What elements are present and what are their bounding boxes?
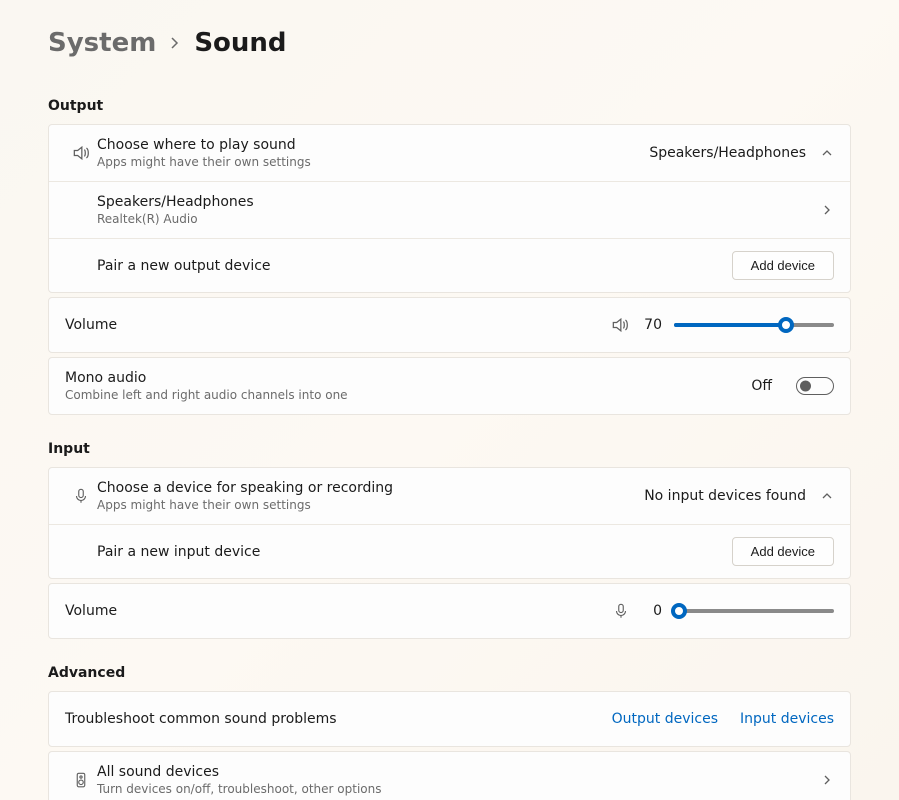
mono-audio-subtitle: Combine left and right audio channels in… [65, 388, 751, 402]
microphone-icon[interactable] [612, 602, 630, 620]
troubleshoot-label: Troubleshoot common sound problems [65, 711, 612, 727]
input-pair-label: Pair a new input device [97, 544, 732, 560]
output-volume-card: Volume 70 [48, 297, 851, 353]
mono-audio-state: Off [751, 378, 772, 394]
add-input-device-button[interactable]: Add device [732, 537, 834, 566]
input-volume-value: 0 [642, 603, 662, 619]
input-choose-subtitle: Apps might have their own settings [97, 498, 644, 512]
breadcrumb: System Sound [48, 28, 851, 58]
mono-audio-card: Mono audio Combine left and right audio … [48, 357, 851, 415]
troubleshoot-output-link[interactable]: Output devices [612, 711, 718, 727]
add-output-device-button[interactable]: Add device [732, 251, 834, 280]
speaker-icon[interactable] [610, 315, 630, 335]
chevron-up-icon[interactable] [820, 489, 834, 503]
input-pair-row: Pair a new input device Add device [49, 524, 850, 578]
all-devices-subtitle: Turn devices on/off, troubleshoot, other… [97, 782, 820, 796]
chevron-right-icon[interactable] [820, 773, 834, 787]
output-device-driver: Realtek(R) Audio [97, 212, 820, 226]
input-volume-label: Volume [65, 603, 450, 619]
breadcrumb-parent[interactable]: System [48, 28, 156, 58]
output-pair-row: Pair a new output device Add device [49, 238, 850, 292]
section-label-input: Input [48, 441, 851, 457]
output-selected-device: Speakers/Headphones [649, 145, 806, 161]
devices-icon [65, 771, 97, 789]
microphone-icon [65, 487, 97, 505]
mono-audio-toggle[interactable] [796, 377, 834, 395]
output-choose-subtitle: Apps might have their own settings [97, 155, 649, 169]
chevron-right-icon [170, 36, 180, 50]
input-selected-device: No input devices found [644, 488, 806, 504]
input-volume-card: Volume 0 [48, 583, 851, 639]
section-label-output: Output [48, 98, 851, 114]
input-choose-card: Choose a device for speaking or recordin… [48, 467, 851, 579]
troubleshoot-input-link[interactable]: Input devices [740, 711, 834, 727]
output-choose-title: Choose where to play sound [97, 137, 649, 153]
speaker-icon [65, 143, 97, 163]
breadcrumb-current: Sound [194, 28, 286, 58]
troubleshoot-card: Troubleshoot common sound problems Outpu… [48, 691, 851, 747]
input-volume-slider[interactable] [674, 609, 834, 613]
all-devices-title: All sound devices [97, 764, 820, 780]
output-volume-label: Volume [65, 317, 450, 333]
chevron-right-icon[interactable] [820, 203, 834, 217]
output-volume-slider[interactable] [674, 323, 834, 327]
output-pair-label: Pair a new output device [97, 258, 732, 274]
output-choose-card: Choose where to play sound Apps might ha… [48, 124, 851, 293]
all-devices-card[interactable]: All sound devices Turn devices on/off, t… [48, 751, 851, 800]
input-choose-title: Choose a device for speaking or recordin… [97, 480, 644, 496]
mono-audio-title: Mono audio [65, 370, 751, 386]
section-label-advanced: Advanced [48, 665, 851, 681]
output-choose-row[interactable]: Choose where to play sound Apps might ha… [49, 125, 850, 181]
input-choose-row[interactable]: Choose a device for speaking or recordin… [49, 468, 850, 524]
output-volume-value: 70 [642, 317, 662, 333]
output-device-row[interactable]: Speakers/Headphones Realtek(R) Audio [49, 181, 850, 238]
output-device-name: Speakers/Headphones [97, 194, 820, 210]
chevron-up-icon[interactable] [820, 146, 834, 160]
